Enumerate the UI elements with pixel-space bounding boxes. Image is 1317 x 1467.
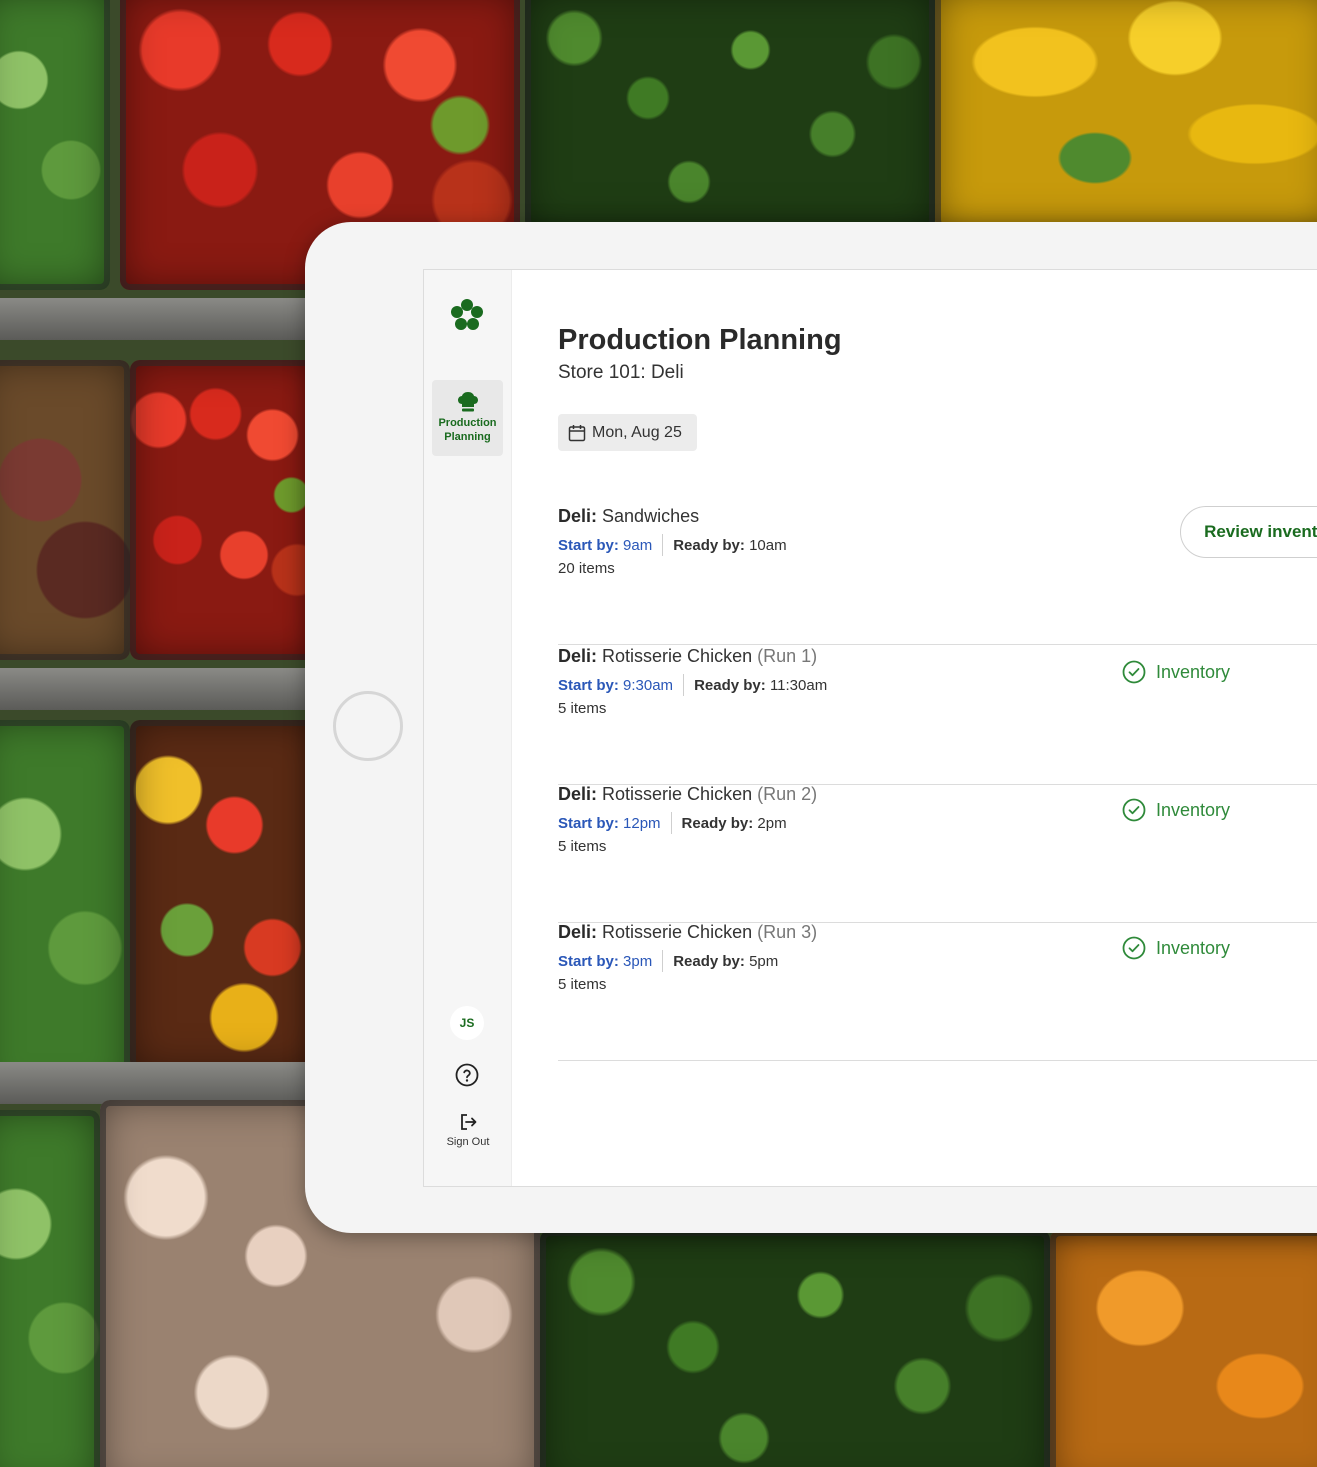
sidebar: Production Planning JS Sign Out	[424, 270, 512, 1186]
review-inventory-button[interactable]: Review inventory	[1180, 506, 1317, 558]
check-circle-icon	[1122, 660, 1146, 684]
inventory-status: Inventory	[1122, 936, 1230, 960]
main-content: Production Planning Store 101: Deli Mon,…	[558, 270, 1317, 1186]
tablet-device: Production Planning JS Sign Out Producti	[305, 222, 1317, 1233]
tablet-home-button[interactable]	[333, 691, 403, 761]
page-title: Production Planning	[558, 324, 842, 356]
sidebar-item-production-planning[interactable]: Production Planning	[432, 380, 503, 456]
task-times: Start by: 9:30am Ready by: 11:30am	[558, 674, 827, 696]
sidebar-item-label: Production Planning	[438, 417, 497, 443]
date-label: Mon, Aug 25	[592, 423, 682, 441]
task-name: Deli: Rotisserie Chicken (Run 3)	[558, 922, 818, 942]
task-item-count: 5 items	[558, 838, 607, 855]
task-name: Deli: Rotisserie Chicken (Run 1)	[558, 646, 818, 666]
sign-out-label: Sign Out	[446, 1136, 490, 1148]
task-row[interactable]: Deli: Rotisserie Chicken (Run 2) Start b…	[558, 784, 1317, 923]
sign-out-icon	[461, 1114, 477, 1130]
task-row: Deli: Sandwiches Start by: 9am Ready by:…	[558, 506, 1317, 645]
task-name: Deli: Sandwiches	[558, 506, 700, 526]
inventory-status: Inventory	[1122, 798, 1230, 822]
task-item-count: 5 items	[558, 976, 607, 993]
task-row[interactable]: Deli: Rotisserie Chicken (Run 1) Start b…	[558, 646, 1317, 785]
task-times: Start by: 3pm Ready by: 5pm	[558, 950, 778, 972]
question-circle-icon[interactable]	[455, 1063, 479, 1087]
check-circle-icon	[1122, 798, 1146, 822]
app-screen: Production Planning JS Sign Out Producti	[423, 269, 1317, 1187]
calendar-icon	[568, 424, 586, 441]
task-times: Start by: 12pm Ready by: 2pm	[558, 812, 787, 834]
task-row[interactable]: Deli: Rotisserie Chicken (Run 3) Start b…	[558, 922, 1317, 1061]
task-times: Start by: 9am Ready by: 10am	[558, 534, 787, 556]
inventory-status: Inventory	[1122, 660, 1230, 684]
page-subtitle: Store 101: Deli	[558, 362, 684, 383]
task-item-count: 5 items	[558, 700, 607, 717]
task-name: Deli: Rotisserie Chicken (Run 2)	[558, 784, 818, 804]
date-picker-button[interactable]: Mon, Aug 25	[558, 414, 697, 451]
chef-hat-icon	[457, 392, 478, 412]
sign-out-button[interactable]: Sign Out	[436, 1112, 500, 1148]
flower-logo-icon	[451, 299, 483, 330]
task-item-count: 20 items	[558, 560, 615, 577]
check-circle-icon	[1122, 936, 1146, 960]
user-avatar[interactable]: JS	[450, 1006, 484, 1040]
